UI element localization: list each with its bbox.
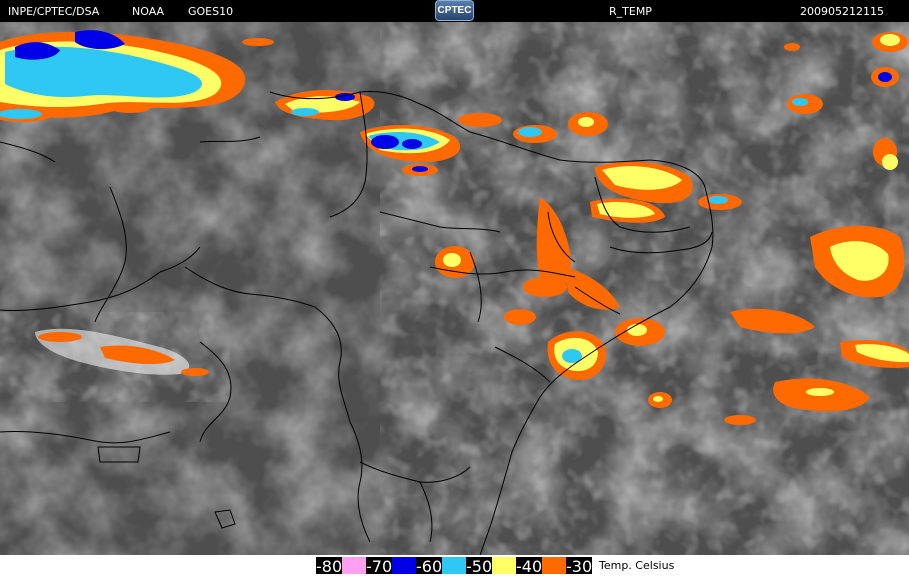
legend-label-minus80: -80 bbox=[316, 557, 343, 576]
legend-swatch-minus50 bbox=[492, 557, 516, 574]
legend-swatch-minus80 bbox=[342, 557, 366, 574]
legend-swatch-minus60 bbox=[442, 557, 466, 574]
legend-swatch-minus40 bbox=[542, 557, 566, 574]
legend-label-minus60: -60 bbox=[416, 557, 443, 576]
satellite-image bbox=[0, 22, 909, 555]
temperature-legend: -80 -70 -60 -50 -40 -30 Temp. Celsius bbox=[0, 555, 909, 576]
legend-label-minus30: -30 bbox=[566, 557, 593, 576]
header-bar: INPE/CPTEC/DSA NOAA GOES10 CPTEC R_TEMP … bbox=[0, 0, 909, 22]
agency-label: NOAA bbox=[132, 5, 165, 18]
legend-units: Temp. Celsius bbox=[599, 559, 675, 572]
cptec-logo: CPTEC bbox=[435, 0, 474, 21]
legend-label-minus50: -50 bbox=[466, 557, 493, 576]
institution-label: INPE/CPTEC/DSA bbox=[8, 5, 100, 18]
legend-label-minus70: -70 bbox=[366, 557, 393, 576]
legend-label-minus40: -40 bbox=[516, 557, 543, 576]
legend-swatch-minus70 bbox=[392, 557, 416, 574]
product-label: R_TEMP bbox=[609, 5, 652, 18]
timestamp-label: 200905212115 bbox=[800, 5, 884, 18]
satellite-label: GOES10 bbox=[188, 5, 234, 18]
